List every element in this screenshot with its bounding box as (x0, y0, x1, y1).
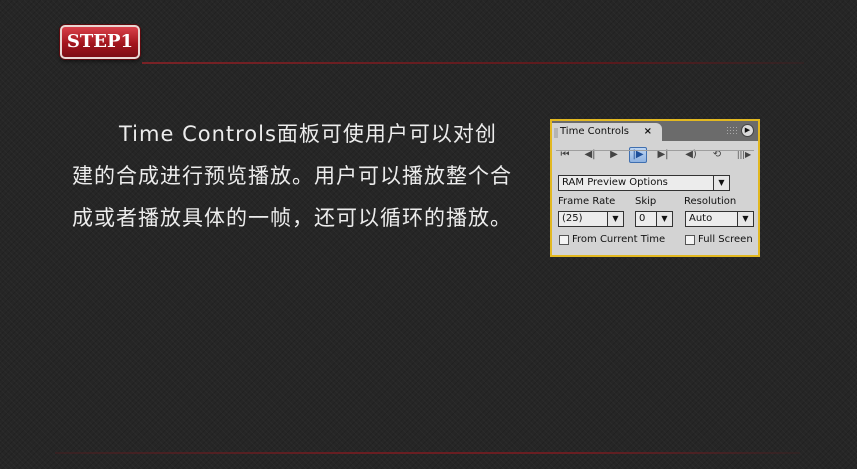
skip-value: 0 (639, 213, 646, 224)
bottom-divider (55, 452, 800, 454)
frame-rate-value: (25) (562, 213, 583, 224)
description-text: Time Controls面板可使用户可以对创建的合成进行预览播放。用户可以播放… (72, 122, 512, 230)
resolution-label: Resolution (684, 196, 737, 207)
chevron-down-icon: ▼ (607, 212, 623, 226)
panel-tab-title: Time Controls (560, 126, 630, 137)
step-badge: STEP1 (60, 25, 140, 59)
panel-divider (556, 150, 754, 151)
grip-icon[interactable] (554, 128, 558, 138)
panel-header: Time Controls × ▶ (552, 121, 758, 141)
ram-preview-options-label: RAM Preview Options (562, 177, 668, 188)
transport-controls: ⏮ ◀| ▶ |▶ ▶| ◀) ⟲ |||▶ (552, 141, 758, 169)
full-screen-checkbox[interactable] (685, 235, 695, 245)
frame-rate-label: Frame Rate (558, 196, 616, 207)
from-current-time-checkbox[interactable] (559, 235, 569, 245)
chevron-down-icon: ▼ (656, 212, 672, 226)
ram-preview-options-dropdown[interactable]: RAM Preview Options ▼ (558, 175, 730, 191)
close-icon[interactable]: × (644, 123, 652, 141)
from-current-time-label: From Current Time (572, 234, 666, 245)
full-screen-label: Full Screen (698, 234, 753, 245)
panel-menu-icon[interactable]: ▶ (741, 124, 754, 137)
top-divider (142, 62, 804, 64)
resolution-dropdown[interactable]: Auto ▼ (685, 211, 754, 227)
drag-handle-icon[interactable] (726, 126, 738, 136)
chevron-down-icon: ▼ (737, 212, 753, 226)
skip-dropdown[interactable]: 0 ▼ (635, 211, 673, 227)
panel-tab[interactable]: Time Controls × (552, 123, 662, 141)
chevron-down-icon: ▼ (713, 176, 729, 190)
skip-label: Skip (635, 196, 657, 207)
frame-rate-dropdown[interactable]: (25) ▼ (558, 211, 624, 227)
time-controls-panel: Time Controls × ▶ ⏮ ◀| ▶ |▶ ▶| ◀) ⟲ |||▶… (550, 119, 760, 257)
resolution-value: Auto (689, 213, 713, 224)
